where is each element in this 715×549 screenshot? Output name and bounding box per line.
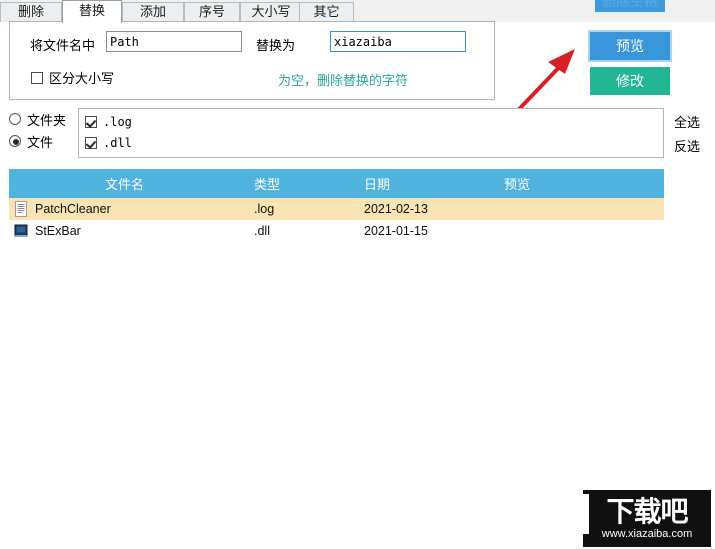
modify-button[interactable]: 修改 — [590, 67, 670, 95]
cell-date: 2021-02-13 — [364, 202, 428, 216]
filename-text: PatchCleaner — [35, 202, 111, 216]
cell-filename: PatchCleaner — [9, 201, 254, 217]
extension-checkbox-dll[interactable] — [85, 136, 97, 149]
system-file-icon — [14, 224, 28, 237]
watermark-logo: 下载吧 www.xiazaiba.com — [583, 490, 711, 547]
tab-number[interactable]: 序号 — [184, 2, 240, 22]
watermark-title: 下载吧 — [606, 494, 688, 528]
filename-text: StExBar — [35, 224, 81, 238]
preview-button[interactable]: 预览 — [590, 32, 670, 60]
replace-input[interactable] — [330, 31, 466, 52]
tab-case[interactable]: 大小写 — [240, 2, 302, 22]
tab-delete[interactable]: 删除 — [0, 2, 62, 22]
find-input[interactable] — [106, 31, 242, 52]
watermark-url: www.xiazaiba.com — [601, 527, 693, 540]
extension-checkbox-log[interactable] — [85, 115, 97, 128]
target-type-radio-group: 文件夹 文件 — [9, 108, 79, 152]
cell-filename: StExBar — [9, 223, 254, 239]
remove-space-button[interactable]: 删除空格 — [595, 0, 665, 12]
tab-replace[interactable]: 替换 — [62, 0, 122, 23]
replace-options-panel: 将文件名中 替换为 区分大小写 为空，删除替换的字符 — [9, 21, 495, 100]
cell-type: .dll — [254, 224, 270, 238]
tab-add[interactable]: 添加 — [122, 2, 184, 22]
cell-type: .log — [254, 202, 275, 216]
extension-row[interactable]: .dll — [85, 134, 663, 151]
case-sensitive-checkbox-row[interactable]: 区分大小写 — [31, 68, 114, 87]
empty-value-hint: 为空，删除替换的字符 — [278, 74, 409, 89]
radio-file-row[interactable]: 文件 — [9, 130, 79, 152]
cell-date: 2021-01-15 — [364, 224, 428, 238]
selection-links: 全选 反选 — [674, 112, 714, 160]
radio-file-label: 文件 — [27, 135, 54, 151]
replace-label: 替换为 — [256, 39, 296, 54]
file-list-table: 文件名 类型 日期 预览 PatchCleaner .log 2021-02-1… — [9, 169, 664, 242]
tab-other[interactable]: 其它 — [299, 2, 354, 22]
case-sensitive-label: 区分大小写 — [49, 72, 115, 87]
table-row[interactable]: StExBar .dll 2021-01-15 — [9, 220, 664, 242]
column-header-date[interactable]: 日期 — [364, 174, 504, 193]
column-header-type[interactable]: 类型 — [254, 174, 364, 193]
column-header-filename[interactable]: 文件名 — [9, 174, 254, 193]
select-all-link[interactable]: 全选 — [674, 112, 714, 136]
column-header-preview[interactable]: 预览 — [504, 174, 664, 193]
extension-label-log: .log — [103, 114, 132, 129]
extension-filter-box: .log .dll — [78, 108, 664, 158]
text-file-icon — [15, 201, 27, 217]
table-header-row: 文件名 类型 日期 预览 — [9, 169, 664, 198]
radio-folder-label: 文件夹 — [27, 113, 67, 129]
radio-folder-row[interactable]: 文件夹 — [9, 108, 79, 130]
invert-selection-link[interactable]: 反选 — [674, 136, 714, 160]
radio-folder[interactable] — [9, 113, 21, 125]
watermark-accent-bar — [583, 494, 589, 534]
extension-row[interactable]: .log — [85, 113, 663, 130]
case-sensitive-checkbox[interactable] — [31, 71, 43, 84]
find-label: 将文件名中 — [30, 39, 96, 54]
radio-file[interactable] — [9, 135, 21, 147]
table-row[interactable]: PatchCleaner .log 2021-02-13 — [9, 198, 664, 220]
extension-label-dll: .dll — [103, 135, 132, 150]
